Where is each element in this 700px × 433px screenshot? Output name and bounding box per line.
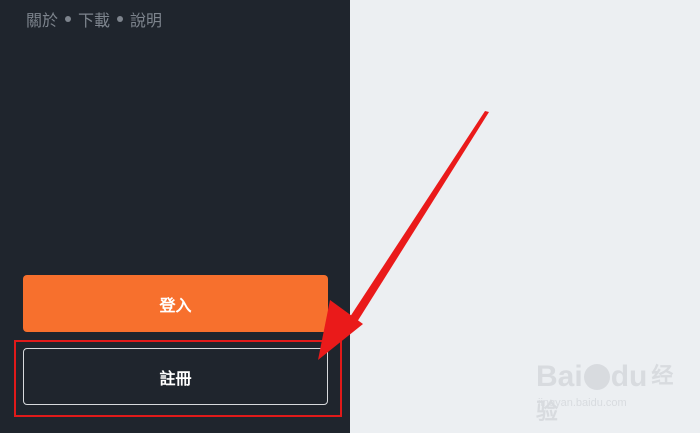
- paw-icon: [583, 364, 610, 390]
- watermark-logo: Bai du 经验: [536, 360, 674, 424]
- arrow-shaft: [344, 111, 489, 330]
- watermark-url: jingyan.baidu.com: [538, 397, 627, 409]
- watermark: Bai du 经验 jingyan.baidu.com: [536, 358, 686, 424]
